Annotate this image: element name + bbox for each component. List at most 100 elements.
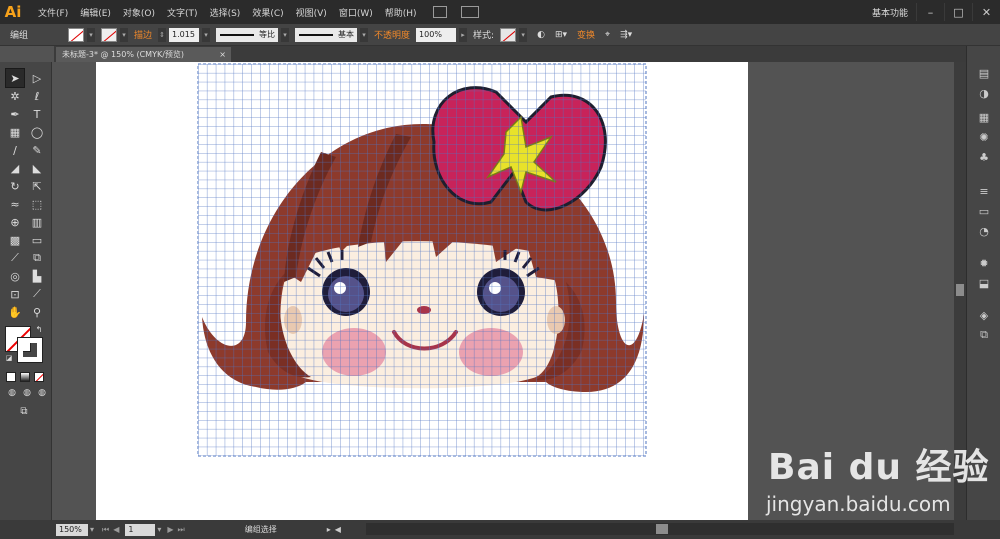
stroke-weight-input[interactable]: 1.015: [169, 27, 200, 42]
slice-tool-icon[interactable]: ⟋: [27, 284, 47, 304]
swap-colors-icon[interactable]: ↰: [32, 322, 46, 336]
brushes-icon[interactable]: ✺: [976, 130, 992, 144]
horizontal-scroll-thumb[interactable]: [656, 524, 668, 534]
gradient-tool-icon[interactable]: ▭: [27, 230, 47, 250]
eyedropper-tool-icon[interactable]: ⟋: [5, 248, 25, 268]
brush-select[interactable]: 基本: [295, 27, 358, 42]
workspace-switcher[interactable]: 基本功能: [864, 6, 916, 19]
line-tool-icon[interactable]: ▦: [5, 122, 25, 142]
draw-normal-icon[interactable]: ◍: [5, 386, 19, 400]
type-tool-icon[interactable]: T: [27, 104, 47, 124]
panel-menu-icon[interactable]: ⇶▾: [620, 30, 632, 40]
arrange-documents-icon[interactable]: [460, 6, 479, 18]
direct-selection-tool-icon[interactable]: ▷: [27, 68, 47, 88]
chevron-down-icon[interactable]: ▾: [360, 27, 369, 42]
layers-icon[interactable]: ◈: [976, 308, 992, 322]
free-transform-tool-icon[interactable]: ⬚: [27, 194, 47, 214]
transparency-icon[interactable]: ◔: [976, 224, 992, 238]
artboards-icon[interactable]: ⧉: [976, 328, 992, 342]
zoom-field[interactable]: 150%: [56, 523, 88, 536]
stroke-swatch[interactable]: [101, 27, 118, 42]
artboard-tool-icon[interactable]: ⊡: [5, 284, 25, 304]
blob-brush-tool-icon[interactable]: ◢: [5, 158, 25, 178]
artboard-number-field[interactable]: 1: [125, 523, 156, 536]
selection-tool-icon[interactable]: ➤: [5, 68, 25, 88]
canvas-area[interactable]: [54, 62, 954, 520]
minimize-button[interactable]: –: [916, 3, 944, 21]
appearance-icon[interactable]: ✹: [976, 256, 992, 270]
style-swatch[interactable]: [500, 27, 517, 42]
zoom-dropdown-icon[interactable]: ▾: [90, 525, 94, 534]
artboard[interactable]: [96, 62, 748, 520]
symbols-icon[interactable]: ♣: [976, 150, 992, 164]
last-artboard-icon[interactable]: ⏭: [178, 525, 185, 535]
draw-behind-icon[interactable]: ◍: [20, 386, 34, 400]
symbol-sprayer-tool-icon[interactable]: ◎: [5, 266, 25, 286]
status-text[interactable]: 编组选择: [245, 524, 277, 535]
graph-tool-icon[interactable]: ▙: [27, 266, 47, 286]
vertical-scrollbar[interactable]: [954, 62, 966, 520]
chevron-down-icon[interactable]: ▾: [120, 27, 129, 42]
isolate-icon[interactable]: ⌖: [605, 30, 610, 40]
color-mode-icon[interactable]: [6, 372, 16, 382]
maximize-button[interactable]: □: [944, 3, 972, 21]
scale-tool-icon[interactable]: ⇱: [27, 176, 47, 196]
opacity-label[interactable]: 不透明度: [374, 28, 410, 41]
menu-edit[interactable]: 编辑(E): [74, 6, 117, 19]
menu-select[interactable]: 选择(S): [204, 6, 247, 19]
close-tab-icon[interactable]: ×: [219, 50, 226, 59]
pen-tool-icon[interactable]: ✒: [5, 104, 25, 124]
opacity-input[interactable]: 100%: [416, 27, 457, 42]
vertical-scroll-thumb[interactable]: [956, 284, 964, 296]
align-icon[interactable]: ⊞▾: [555, 30, 567, 40]
color-panel-icon[interactable]: ▤: [976, 66, 992, 80]
warp-tool-icon[interactable]: ≈: [5, 194, 25, 214]
rotate-tool-icon[interactable]: ↻: [5, 176, 25, 196]
hand-tool-icon[interactable]: ✋: [5, 302, 25, 322]
lasso-tool-icon[interactable]: ℓ: [27, 86, 47, 106]
transform-label[interactable]: 变换: [577, 28, 595, 41]
document-tab[interactable]: 未标题-3* @ 150% (CMYK/预览) ×: [56, 47, 231, 62]
default-colors-icon[interactable]: ◪: [3, 352, 15, 364]
bridge-icon[interactable]: [432, 6, 447, 18]
chevron-down-icon[interactable]: ▾: [519, 27, 528, 42]
close-button[interactable]: ✕: [972, 3, 1000, 21]
swatches-icon[interactable]: ▦: [976, 110, 992, 124]
color-guide-icon[interactable]: ◑: [976, 86, 992, 100]
stroke-panel-icon[interactable]: ≡: [976, 184, 992, 198]
eraser-tool-icon[interactable]: ◣: [27, 158, 47, 178]
menu-type[interactable]: 文字(T): [161, 6, 204, 19]
gradient-panel-icon[interactable]: ▭: [976, 204, 992, 218]
magic-wand-tool-icon[interactable]: ✲: [5, 86, 25, 106]
draw-inside-icon[interactable]: ◍: [35, 386, 49, 400]
next-artboard-icon[interactable]: ▶: [167, 525, 173, 534]
mesh-tool-icon[interactable]: ▩: [5, 230, 25, 250]
menu-window[interactable]: 窗口(W): [333, 6, 379, 19]
stroke-profile-select[interactable]: 等比: [216, 27, 279, 42]
chevron-down-icon[interactable]: ▾: [281, 27, 290, 42]
blend-tool-icon[interactable]: ⧉: [27, 248, 47, 268]
screen-mode-icon[interactable]: ⧉: [15, 404, 33, 418]
chevron-down-icon[interactable]: ▾: [87, 27, 96, 42]
scroll-left-icon[interactable]: ◀: [335, 525, 341, 534]
shape-builder-tool-icon[interactable]: ⊕: [5, 212, 25, 232]
recolor-icon[interactable]: ◐: [537, 30, 545, 40]
chevron-right-icon[interactable]: ▸: [459, 27, 468, 42]
horizontal-scrollbar[interactable]: [366, 523, 954, 535]
artwork-girl-face[interactable]: [96, 62, 748, 520]
zoom-tool-icon[interactable]: ⚲: [27, 302, 47, 322]
menu-file[interactable]: 文件(F): [32, 6, 74, 19]
first-artboard-icon[interactable]: ⏮: [102, 525, 109, 535]
chevron-down-icon[interactable]: ▾: [202, 27, 211, 42]
status-menu-icon[interactable]: ▸: [327, 525, 331, 534]
menu-help[interactable]: 帮助(H): [379, 6, 423, 19]
menu-object[interactable]: 对象(O): [117, 6, 161, 19]
prev-artboard-icon[interactable]: ◀: [113, 525, 119, 534]
perspective-grid-tool-icon[interactable]: ▥: [27, 212, 47, 232]
gradient-mode-icon[interactable]: [20, 372, 30, 382]
pencil-tool-icon[interactable]: ✎: [27, 140, 47, 160]
none-mode-icon[interactable]: [34, 372, 44, 382]
ellipse-tool-icon[interactable]: ◯: [27, 122, 47, 142]
menu-effect[interactable]: 效果(C): [246, 6, 289, 19]
paintbrush-tool-icon[interactable]: ∕: [5, 140, 25, 160]
